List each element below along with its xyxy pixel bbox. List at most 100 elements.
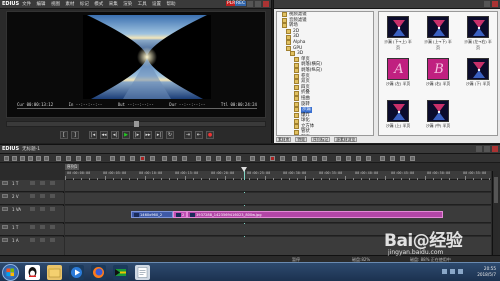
fast-forward-icon[interactable]: ▸▸	[144, 131, 152, 139]
timeline-tool-icon[interactable]	[120, 156, 125, 161]
timeline-tool-icon[interactable]	[4, 156, 9, 161]
track-lock-icon[interactable]	[2, 225, 8, 229]
track-mute-icon[interactable]	[50, 225, 55, 229]
timeline-tool-icon[interactable]	[56, 156, 61, 161]
timeline-tool-icon[interactable]	[260, 156, 265, 161]
timeline-tool-icon[interactable]	[140, 156, 145, 161]
timeline-tool-icon[interactable]	[66, 156, 71, 161]
set-out-button[interactable]: ]	[71, 131, 79, 139]
timeline-tool-icon[interactable]	[356, 156, 361, 161]
timeline-tool-icon[interactable]	[302, 156, 307, 161]
effects-tree[interactable]: 视频滤镜 音频滤镜 转场 2D 3D Alpha GPU 3D 单页 剥落(横向) 剥落(纵向) 卷页…	[276, 11, 374, 136]
step-back-icon[interactable]: ◂|	[111, 131, 119, 139]
next-edit-icon[interactable]: ▸|	[155, 131, 163, 139]
effect-thumbnail[interactable]: 沙漏 (上→下) 半页	[423, 16, 453, 50]
timeline-tool-icon[interactable]	[12, 156, 17, 161]
timeline-tool-icon[interactable]	[86, 156, 91, 161]
menu-item-clip[interactable]: 素材	[65, 2, 74, 7]
timeline-tool-icon[interactable]	[162, 156, 167, 161]
track-sync-icon[interactable]	[30, 225, 35, 229]
timeline-tool-icon[interactable]	[292, 156, 297, 161]
timeline-tool-icon[interactable]	[206, 156, 211, 161]
timeline-tool-icon[interactable]	[172, 156, 177, 161]
track-mute-icon[interactable]	[50, 207, 55, 211]
maximize-icon[interactable]	[255, 1, 261, 7]
timeline-tool-icon[interactable]	[226, 156, 231, 161]
step-forward-icon[interactable]: |▸	[133, 131, 141, 139]
track-header[interactable]: 1 T	[0, 180, 64, 192]
notepad-icon[interactable]	[135, 265, 150, 280]
timeline-clip[interactable]: 1460x960_2	[131, 211, 173, 218]
menu-item-view[interactable]: 视图	[51, 2, 60, 7]
track-visibility-icon[interactable]	[40, 207, 45, 211]
play-icon[interactable]: ▶	[122, 131, 130, 139]
track-sync-icon[interactable]	[30, 194, 35, 198]
close-icon[interactable]	[263, 1, 269, 7]
tab-source-browser[interactable]: 源素材浏览	[334, 137, 358, 142]
track-lock-icon[interactable]	[2, 207, 8, 211]
clock[interactable]: 20:55 2018/5/7	[477, 266, 496, 278]
input-method-icon[interactable]	[458, 269, 463, 274]
menu-item-file[interactable]: 文件	[22, 2, 31, 7]
menu-item-render[interactable]: 渲染	[123, 2, 132, 7]
rewind-icon[interactable]: ◂◂	[100, 131, 108, 139]
track-lane[interactable]	[65, 193, 491, 205]
timeline-tool-icon[interactable]	[280, 156, 285, 161]
tab-bin[interactable]: 素材库	[276, 137, 292, 142]
timeline-tool-icon[interactable]	[36, 156, 41, 161]
firefox-icon[interactable]	[91, 265, 106, 280]
tab-sequence[interactable]: 序列1	[65, 164, 79, 170]
track-header[interactable]: 2 V	[0, 193, 64, 205]
track-lane[interactable]: 1460x960_2 2 3937288_1423569416023_800w.jp…	[65, 206, 491, 223]
recorder-mode-badge[interactable]: REC	[235, 1, 247, 6]
track-header[interactable]: 1 A	[0, 237, 64, 256]
timeline-tool-icon[interactable]	[150, 156, 155, 161]
track-header[interactable]: 1 VA	[0, 206, 64, 223]
timeline-clip[interactable]: 2	[173, 211, 187, 218]
insert-icon[interactable]: ⇥	[184, 131, 192, 139]
tab-sequence-marker[interactable]: 序列标记	[310, 137, 331, 142]
vertical-scrollbar[interactable]	[492, 171, 498, 256]
track-visibility-icon[interactable]	[40, 225, 45, 229]
timeline-tool-icon[interactable]	[390, 156, 395, 161]
effect-thumbnail[interactable]: B 沙漏 (右) 半页	[423, 58, 453, 88]
track-mute-icon[interactable]	[50, 194, 55, 198]
menu-item-marker[interactable]: 标记	[80, 2, 89, 7]
track-lock-icon[interactable]	[2, 238, 8, 242]
track-visibility-icon[interactable]	[40, 238, 45, 242]
menu-item-edit[interactable]: 编辑	[37, 2, 46, 7]
minimize-icon[interactable]	[476, 146, 482, 152]
timeline-tool-icon[interactable]	[366, 156, 371, 161]
maximize-icon[interactable]	[484, 146, 490, 152]
scrub-handle[interactable]	[134, 121, 139, 127]
playhead-handle[interactable]	[241, 167, 247, 172]
timeline-tool-icon[interactable]	[110, 156, 115, 161]
time-ruler[interactable]: 00:00:00:00 00:00:05:00 00:00:10:00 00:00:1…	[65, 171, 491, 180]
timeline-clip[interactable]: 3937288_1423569416023_800w.jpg	[187, 211, 443, 218]
qq-icon[interactable]	[25, 265, 40, 280]
minimize-icon[interactable]	[484, 1, 490, 7]
scrub-bar[interactable]	[6, 121, 266, 127]
media-player-icon[interactable]	[69, 265, 84, 280]
menu-item-tools[interactable]: 工具	[138, 2, 147, 7]
record-icon[interactable]: ●	[206, 131, 214, 139]
set-in-button[interactable]: [	[60, 131, 68, 139]
flag-app-icon[interactable]	[113, 265, 128, 280]
track-lane[interactable]	[65, 180, 491, 192]
timeline-tool-icon[interactable]	[216, 156, 221, 161]
minimize-icon[interactable]	[247, 1, 253, 7]
menu-item-capture[interactable]: 采集	[109, 2, 118, 7]
track-sync-icon[interactable]	[30, 207, 35, 211]
track-visibility-icon[interactable]	[40, 181, 45, 185]
timeline-tool-icon[interactable]	[346, 156, 351, 161]
timeline-tool-icon[interactable]	[76, 156, 81, 161]
timeline-tool-icon[interactable]	[400, 156, 405, 161]
preview-monitor[interactable]: Cur 00:00:13:12 In --:--:--:-- Out --:--…	[6, 11, 266, 118]
start-button[interactable]	[2, 264, 19, 281]
track-sync-icon[interactable]	[30, 238, 35, 242]
timeline-tool-icon[interactable]	[28, 156, 33, 161]
timeline-tool-icon[interactable]	[410, 156, 415, 161]
track-mute-icon[interactable]	[50, 181, 55, 185]
track-header[interactable]: 1 T	[0, 224, 64, 236]
track-lock-icon[interactable]	[2, 181, 8, 185]
